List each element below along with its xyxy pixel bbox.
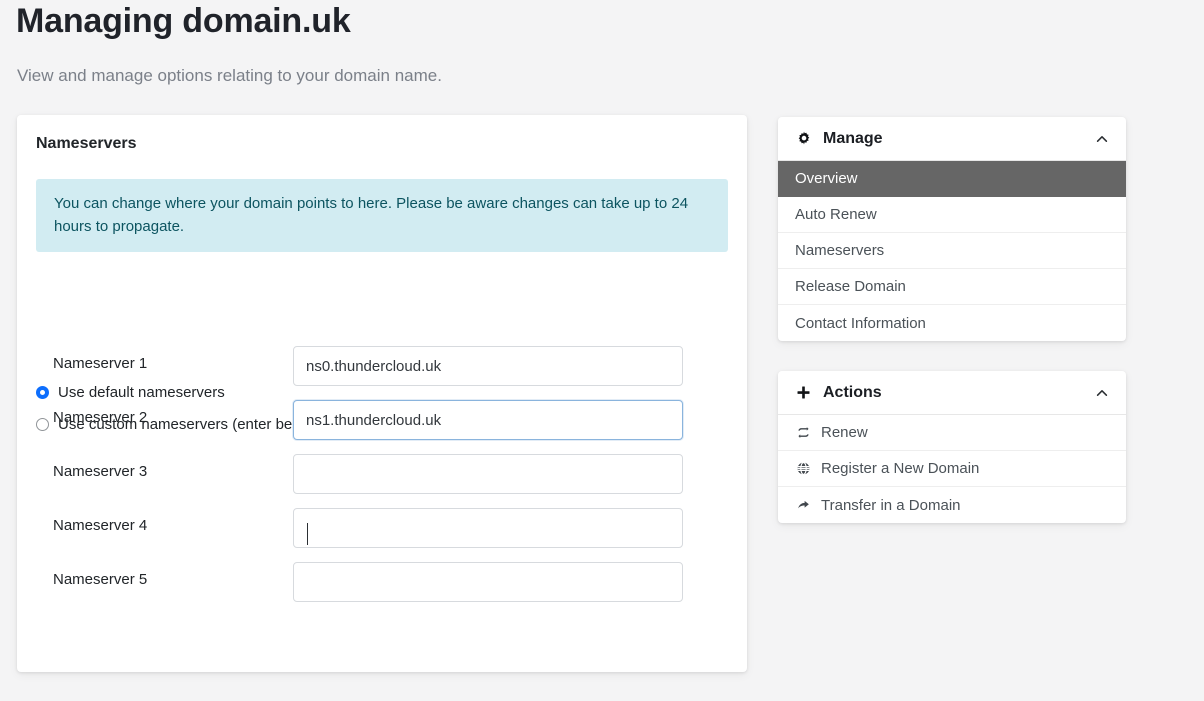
sidebar-item-label: Nameservers: [795, 242, 885, 259]
sidebar-item-release-domain[interactable]: Release Domain: [778, 269, 1126, 305]
info-alert: You can change where your domain points …: [36, 179, 728, 252]
actions-panel-header[interactable]: Actions: [778, 371, 1126, 415]
nameserver-1-label: Nameserver 1: [53, 355, 148, 372]
nameserver-5-label: Nameserver 5: [53, 571, 148, 588]
nameserver-5-input[interactable]: [293, 562, 683, 602]
manage-panel-header[interactable]: Manage: [778, 117, 1126, 161]
page-root: Managing domain.uk View and manage optio…: [0, 0, 1204, 701]
globe-icon: [795, 461, 811, 477]
action-item-label: Transfer in a Domain: [821, 496, 961, 514]
sidebar-item-label: Overview: [795, 170, 858, 187]
chevron-up-icon[interactable]: [1094, 385, 1110, 401]
gear-icon: [795, 130, 812, 147]
sidebar-item-contact-information[interactable]: Contact Information: [778, 305, 1126, 341]
nameserver-1-input[interactable]: [293, 346, 683, 386]
sync-icon: [795, 425, 811, 441]
radio-default-indicator[interactable]: [36, 386, 49, 399]
share-arrow-icon: [795, 497, 811, 513]
nameserver-3-input[interactable]: [293, 454, 683, 494]
nameserver-row-3: Nameserver 3: [17, 454, 747, 494]
card-heading: Nameservers: [36, 135, 137, 152]
nameserver-row-2: Nameserver 2: [17, 400, 747, 440]
text-cursor: [307, 523, 308, 545]
nameserver-row-1: Nameserver 1: [17, 346, 747, 386]
manage-panel-title: Manage: [823, 129, 883, 147]
page-title: Managing domain.uk: [16, 2, 351, 40]
action-item-label: Register a New Domain: [821, 460, 980, 477]
sidebar-item-nameservers[interactable]: Nameservers: [778, 233, 1126, 269]
page-subtitle: View and manage options relating to your…: [17, 66, 442, 85]
nameserver-3-label: Nameserver 3: [53, 463, 148, 480]
sidebar-item-label: Auto Renew: [795, 206, 877, 223]
action-item-label: Renew: [821, 424, 868, 441]
nameserver-2-input[interactable]: [293, 400, 683, 440]
nameserver-4-label: Nameserver 4: [53, 517, 148, 534]
plus-icon: [795, 384, 812, 401]
sidebar-item-label: Contact Information: [795, 314, 926, 332]
manage-panel: Manage Overview Auto Renew Nameservers R…: [778, 117, 1126, 341]
nameserver-row-5: Nameserver 5: [17, 562, 747, 602]
nameserver-4-input[interactable]: [293, 508, 683, 548]
radio-default-label: Use default nameservers: [58, 384, 225, 401]
radio-use-default-nameservers[interactable]: Use default nameservers: [36, 384, 225, 401]
nameserver-2-label: Nameserver 2: [53, 409, 148, 426]
action-item-renew[interactable]: Renew: [778, 415, 1126, 451]
sidebar-item-auto-renew[interactable]: Auto Renew: [778, 197, 1126, 233]
nameservers-card: Nameservers You can change where your do…: [17, 115, 747, 672]
actions-panel: Actions Renew Register a New Domain Tran…: [778, 371, 1126, 523]
action-item-register-new-domain[interactable]: Register a New Domain: [778, 451, 1126, 487]
nameserver-row-4: Nameserver 4: [17, 508, 747, 548]
actions-panel-title: Actions: [823, 383, 882, 401]
action-item-transfer-in-domain[interactable]: Transfer in a Domain: [778, 487, 1126, 523]
chevron-up-icon[interactable]: [1094, 131, 1110, 147]
sidebar-item-label: Release Domain: [795, 278, 906, 295]
sidebar-item-overview[interactable]: Overview: [778, 161, 1126, 197]
